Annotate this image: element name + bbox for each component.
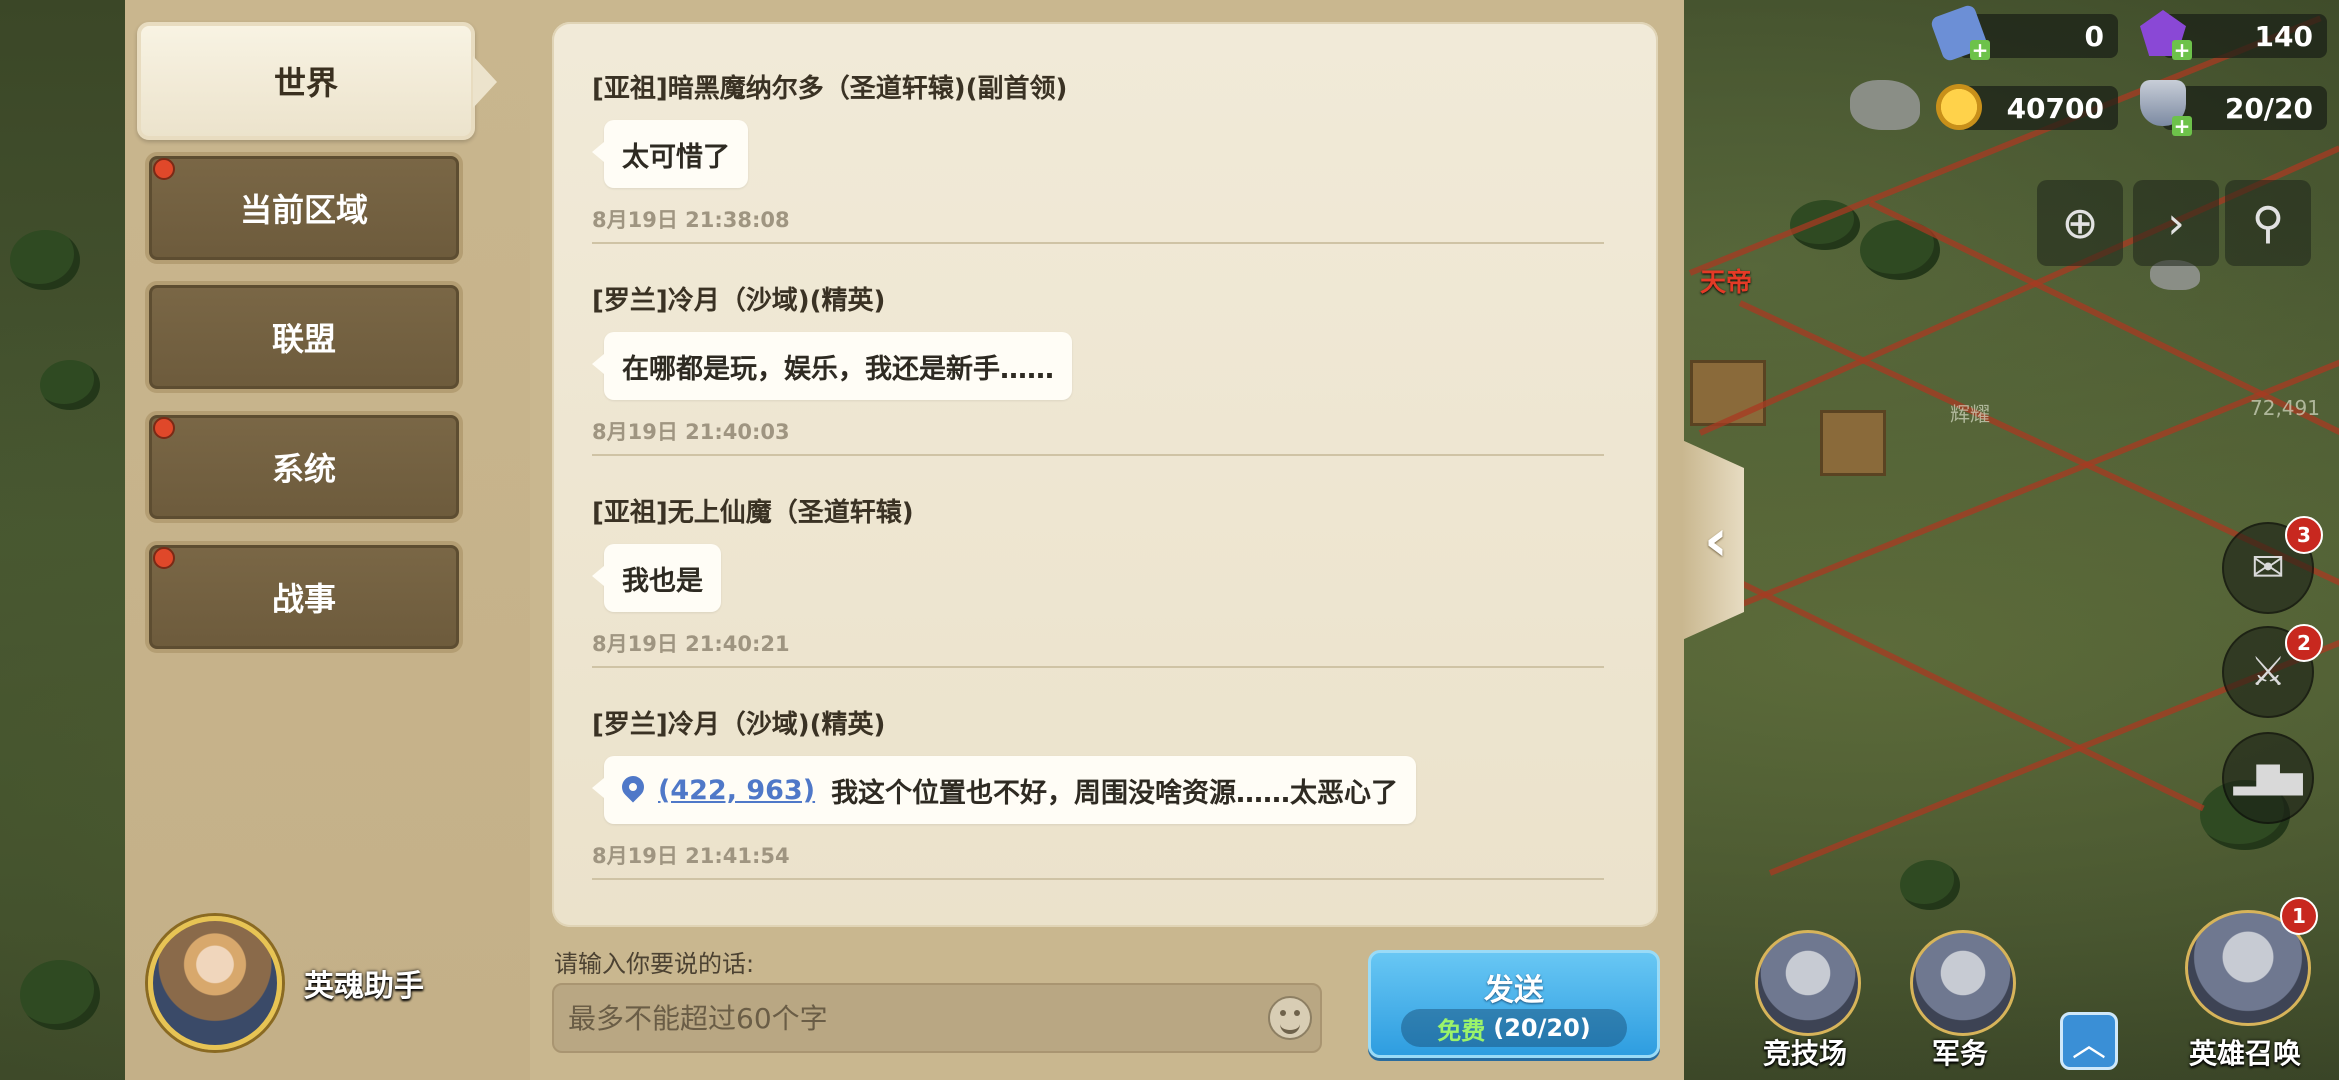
crossed-swords-icon: ⚔: [2250, 649, 2286, 695]
hero-helper[interactable]: 英魂助手: [148, 916, 424, 1050]
send-quota: 免费 (20/20): [1401, 1009, 1627, 1047]
chat-input[interactable]: [552, 983, 1322, 1053]
chat-message: [罗兰]冷月（沙域)(精英) (422, 963) 我这个位置也不好，周围没啥资…: [591, 708, 1604, 880]
tab-current-region[interactable]: 当前区域: [145, 152, 463, 264]
message-time: 8月19日 21:40:03: [592, 420, 790, 444]
helmet-icon: [1910, 930, 2016, 1036]
send-free-label: 免费: [1437, 1016, 1486, 1045]
divider: [592, 454, 1604, 456]
chat-area: [亚祖]暗黑魔纳尔多（圣道轩辕)(副首领) 太可惜了 8月19日 21:38:0…: [530, 0, 1684, 1080]
send-button[interactable]: 发送 免费 (20/20): [1368, 950, 1660, 1058]
message-bubble: (422, 963) 我这个位置也不好，周围没啥资源……太恶心了: [591, 756, 1417, 824]
chevron-right-icon[interactable]: ›: [2133, 180, 2219, 266]
resource-gem-value: 140: [2254, 19, 2313, 53]
divider: [592, 878, 1604, 880]
divider: [592, 666, 1604, 668]
tab-label: 系统: [271, 450, 336, 488]
send-count: (20/20): [1493, 1014, 1591, 1042]
emoji-icon[interactable]: [1268, 996, 1312, 1040]
input-label: 请输入你要说的话:: [554, 950, 755, 978]
chat-message: [亚祖]无上仙魔（圣道轩辕) 我也是 8月19日 21:40:21: [592, 496, 1604, 668]
arena-icon: [1755, 930, 1861, 1036]
expand-up-icon[interactable]: ︿: [2060, 1012, 2118, 1070]
message-text: 太可惜了: [622, 141, 730, 173]
player-tag[interactable]: 天帝: [1700, 262, 1752, 299]
distance-readout: 72,491: [2250, 396, 2320, 420]
arena-label: 竞技场: [1762, 1037, 1847, 1070]
chat-message: [亚祖]暗黑魔纳尔多（圣道轩辕)(副首领) 太可惜了 8月19日 21:38:0…: [592, 72, 1604, 244]
add-gem-icon[interactable]: +: [2172, 40, 2192, 60]
add-troops-icon[interactable]: +: [2172, 116, 2192, 136]
battle-badge: 2: [2285, 624, 2323, 662]
envelope-icon: ✉: [2251, 545, 2285, 591]
message-sender[interactable]: [亚祖]暗黑魔纳尔多（圣道轩辕)(副首领): [592, 72, 1604, 106]
hero-summon-badge: 1: [2280, 897, 2318, 935]
tab-label: 联盟: [271, 320, 336, 358]
map-tree: [20, 960, 100, 1030]
tab-world[interactable]: 世界: [137, 22, 497, 140]
map-tree: [40, 360, 100, 410]
coordinate-link[interactable]: (422, 963): [658, 775, 815, 806]
resource-gold-value: 40700: [2006, 91, 2104, 125]
message-time: 8月19日 21:40:21: [592, 632, 790, 656]
military-label: 军务: [1931, 1037, 1988, 1070]
add-scroll-icon[interactable]: +: [1970, 40, 1990, 60]
tab-label: 战事: [271, 580, 336, 618]
map-area-label: 辉耀: [1950, 402, 1990, 426]
location-pin-icon[interactable]: ⚲: [2225, 180, 2311, 266]
resource-scroll-value: 0: [2084, 19, 2104, 53]
collapse-chat-button[interactable]: ‹: [1682, 440, 1744, 640]
message-text: 在哪都是玩，娱乐，我还是新手……: [622, 353, 1054, 385]
hero-summon-label: 英雄召唤: [2188, 1037, 2301, 1070]
divider: [592, 242, 1604, 244]
military-button[interactable]: 军务: [1900, 930, 2020, 1070]
message-text: 我也是: [622, 565, 703, 597]
message-time: 8月19日 21:41:54: [592, 844, 790, 868]
helper-label: 英魂助手: [304, 969, 424, 1004]
message-bubble: 太可惜了: [592, 120, 748, 188]
podium-icon: ▂▇▅: [2233, 760, 2303, 796]
helper-avatar[interactable]: [148, 916, 282, 1050]
map-tree: [10, 230, 80, 290]
message-time: 8月19日 21:38:08: [592, 208, 790, 232]
send-label: 发送: [1484, 973, 1544, 1008]
ranking-button[interactable]: ▂▇▅: [2222, 732, 2314, 824]
message-bubble: 在哪都是玩，娱乐，我还是新手……: [592, 332, 1072, 400]
notification-dot: [153, 417, 175, 439]
notification-dot: [153, 158, 175, 180]
arena-button[interactable]: 竞技场: [1745, 930, 1865, 1070]
tab-label: 世界: [273, 64, 338, 102]
mail-badge: 3: [2285, 516, 2323, 554]
tab-label: 当前区域: [239, 191, 368, 229]
map-building: [1820, 410, 1886, 476]
message-list[interactable]: [亚祖]暗黑魔纳尔多（圣道轩辕)(副首领) 太可惜了 8月19日 21:38:0…: [552, 22, 1658, 927]
tab-alliance[interactable]: 联盟: [145, 281, 463, 393]
map-rock: [1850, 80, 1920, 130]
chat-message: [罗兰]冷月（沙域)(精英) 在哪都是玩，娱乐，我还是新手…… 8月19日 21…: [592, 284, 1604, 456]
territory-border: [1698, 560, 2205, 812]
location-pin-icon: [617, 771, 649, 803]
tab-battle[interactable]: 战事: [145, 541, 463, 653]
zoom-in-icon[interactable]: ⊕: [2037, 180, 2123, 266]
gold-coin-icon: [1936, 84, 1982, 130]
message-sender[interactable]: [亚祖]无上仙魔（圣道轩辕): [592, 496, 1604, 530]
resource-troops-value: 20/20: [2224, 91, 2313, 125]
notification-dot: [153, 547, 175, 569]
message-bubble: 我也是: [592, 544, 721, 612]
message-sender[interactable]: [罗兰]冷月（沙域)(精英): [592, 708, 1604, 742]
message-sender[interactable]: [罗兰]冷月（沙域)(精英): [592, 284, 1604, 318]
chevron-left-icon: ‹: [1704, 506, 1728, 574]
message-text: 我这个位置也不好，周围没啥资源……太恶心了: [831, 777, 1399, 809]
hero-summon-button[interactable]: 英雄召唤: [2165, 910, 2325, 1070]
map-tree: [1900, 860, 1960, 910]
tab-system[interactable]: 系统: [145, 411, 463, 523]
resource-gold[interactable]: 40700: [1958, 86, 2118, 130]
